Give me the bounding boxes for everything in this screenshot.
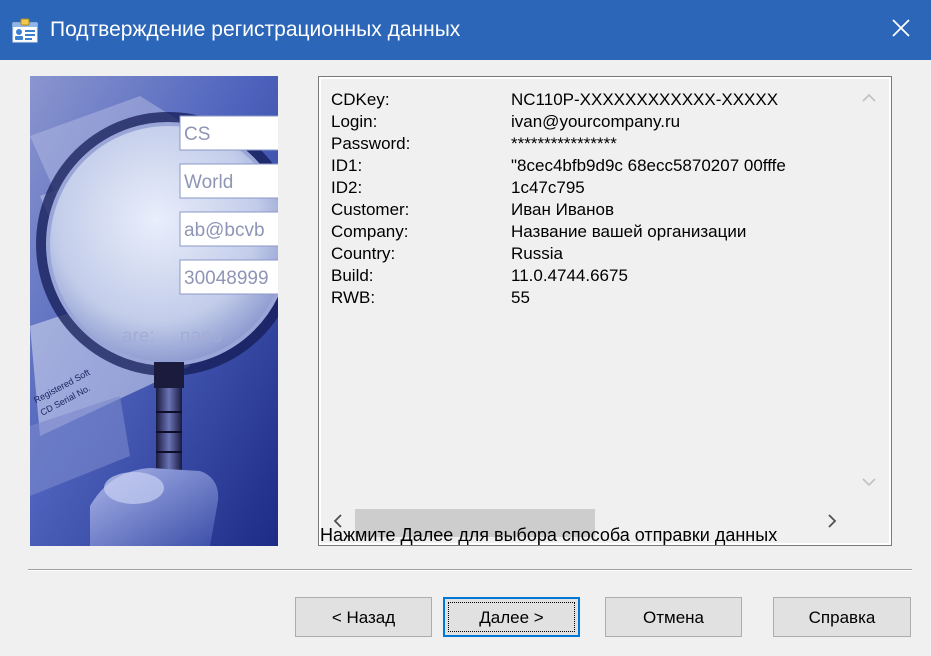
info-label: ID1:: [331, 156, 363, 175]
info-label: Login:: [331, 112, 378, 131]
info-label: ID2:: [331, 178, 363, 197]
info-value: ****************: [511, 134, 617, 153]
info-label: Build:: [331, 266, 374, 285]
info-label: RWB:: [331, 288, 376, 307]
info-value: 1c47c795: [511, 178, 585, 197]
scroll-up-button[interactable]: [849, 79, 889, 119]
registration-illustration: Registered Soft CD Serial No. CS World a…: [30, 76, 278, 546]
form-field-text: World: [184, 172, 233, 193]
registration-card-icon: [12, 18, 38, 44]
vertical-scrollbar[interactable]: [849, 79, 889, 503]
form-label-text: are:: [122, 326, 155, 347]
info-value: ivan@yourcompany.ru: [511, 112, 681, 131]
info-label: Country:: [331, 244, 396, 263]
info-label: Customer:: [331, 200, 410, 219]
info-value: NC110P-XXXXXXXXXXXX-XXXXX: [511, 90, 779, 109]
registration-info-list: CDKey: NC110P-XXXXXXXXXXXX-XXXXX Login: …: [321, 79, 849, 503]
info-label: CDKey:: [331, 90, 390, 109]
instruction-text: Нажмите Далее для выбора способа отправк…: [320, 525, 778, 545]
info-value: Иван Иванов: [511, 200, 615, 219]
form-value-text: nano: [180, 326, 222, 347]
registration-confirmation-dialog: Подтверждение регистрационных данных Reg…: [0, 0, 931, 656]
info-label: Company:: [331, 222, 409, 241]
focus-rectangle: [448, 602, 575, 632]
close-icon[interactable]: [891, 18, 911, 43]
chevron-down-icon[interactable]: [862, 474, 876, 492]
dialog-body: Registered Soft CD Serial No. CS World a…: [0, 60, 931, 656]
form-field-text: 30048999: [184, 268, 269, 289]
info-label: Password:: [331, 134, 411, 153]
title-bar[interactable]: Подтверждение регистрационных данных: [0, 0, 931, 60]
magnifier-registration-illustration-icon: Registered Soft CD Serial No. CS World a…: [30, 76, 278, 546]
back-button[interactable]: < Назад: [295, 597, 432, 637]
close-button[interactable]: [871, 0, 931, 60]
chevron-up-icon[interactable]: [862, 90, 876, 108]
info-value: 11.0.4744.6675: [511, 266, 628, 285]
next-button[interactable]: Далее >: [443, 597, 580, 637]
scroll-right-button[interactable]: [815, 503, 849, 543]
info-value: Russia: [511, 244, 563, 263]
form-field-text: CS: [184, 124, 210, 145]
registration-info-box[interactable]: CDKey: NC110P-XXXXXXXXXXXX-XXXXX Login: …: [318, 76, 892, 546]
window-title: Подтверждение регистрационных данных: [50, 18, 461, 41]
form-field-text: ab@bcvb: [184, 220, 265, 241]
scrollbar-corner: [849, 503, 889, 543]
info-value: 55: [511, 288, 530, 307]
chevron-right-icon[interactable]: [827, 513, 837, 533]
scroll-down-button[interactable]: [849, 463, 889, 503]
cancel-button[interactable]: Отмена: [605, 597, 742, 637]
help-button[interactable]: Справка: [773, 597, 911, 637]
separator-line: [28, 569, 912, 571]
info-value: Название вашей организации: [511, 222, 747, 241]
info-value: "8cec4bfb9d9c 68ecc5870207 00fffe: [511, 156, 786, 175]
